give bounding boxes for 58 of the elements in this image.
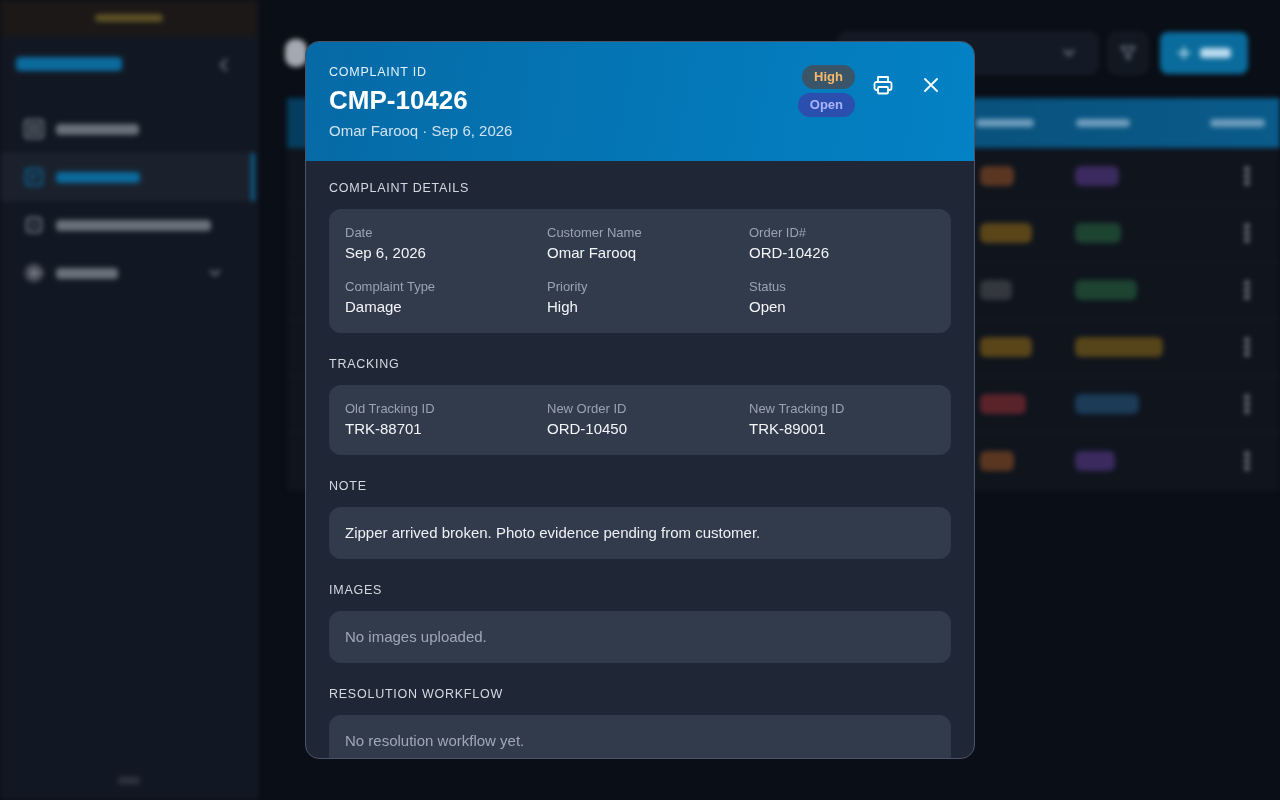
note-text: Zipper arrived broken. Photo evidence pending from customer. bbox=[345, 523, 762, 543]
field-label: Priority bbox=[547, 278, 589, 296]
field-label: Date bbox=[345, 224, 374, 242]
field-value: TRK-88701 bbox=[345, 419, 423, 439]
gear-icon bbox=[24, 263, 44, 283]
more-icon[interactable] bbox=[1244, 394, 1250, 414]
filter-button[interactable] bbox=[1108, 32, 1148, 74]
blurred-label bbox=[94, 14, 163, 22]
chevron-down-icon[interactable] bbox=[209, 269, 221, 277]
blurred-label bbox=[976, 119, 1034, 127]
filter-icon bbox=[1120, 45, 1136, 61]
chevron-left-icon[interactable] bbox=[219, 57, 229, 72]
plus-icon bbox=[1177, 47, 1190, 59]
more-icon[interactable] bbox=[1244, 337, 1250, 357]
field-label: Order ID# bbox=[749, 224, 808, 242]
complaint-id: CMP-10426 bbox=[329, 84, 469, 116]
complaint-subtitle: Omar Farooq · Sep 6, 2026 bbox=[329, 121, 513, 141]
section-title: COMPLAINT DETAILS bbox=[329, 180, 471, 196]
status-badge: Open bbox=[797, 93, 855, 117]
field-value: Omar Farooq bbox=[547, 243, 638, 263]
field-value: High bbox=[547, 297, 579, 317]
blurred-label bbox=[56, 267, 118, 279]
field-value: ORD-10426 bbox=[749, 243, 831, 263]
caret-icon bbox=[1063, 49, 1075, 57]
section-title: RESOLUTION WORKFLOW bbox=[329, 686, 504, 702]
blurred-label bbox=[1210, 119, 1265, 127]
field-label: Old Tracking ID bbox=[345, 400, 436, 418]
field-label: Customer Name bbox=[547, 224, 643, 242]
more-icon[interactable] bbox=[1244, 223, 1250, 243]
add-button[interactable] bbox=[1160, 32, 1248, 74]
close-icon bbox=[924, 78, 938, 92]
more-icon[interactable] bbox=[1244, 451, 1250, 471]
square-icon bbox=[24, 215, 44, 235]
document-icon bbox=[24, 167, 44, 187]
field-label: New Tracking ID bbox=[749, 400, 846, 418]
field-label: Status bbox=[749, 278, 787, 296]
field-label: New Order ID bbox=[547, 400, 628, 418]
field-value: Sep 6, 2026 bbox=[345, 243, 427, 263]
priority-badge: High bbox=[802, 65, 855, 89]
empty-message: No images uploaded. bbox=[345, 627, 488, 647]
field-label: Complaint Type bbox=[345, 278, 437, 296]
section-title: IMAGES bbox=[329, 582, 384, 598]
printer-icon bbox=[873, 75, 893, 95]
header-label: COMPLAINT ID bbox=[329, 64, 428, 80]
empty-message: No resolution workflow yet. bbox=[345, 731, 526, 751]
field-value: Open bbox=[749, 297, 787, 317]
blurred-label bbox=[117, 776, 140, 784]
field-value: Damage bbox=[345, 297, 403, 317]
blurred-label bbox=[1199, 48, 1231, 58]
field-value: TRK-89001 bbox=[749, 419, 827, 439]
section-title: TRACKING bbox=[329, 356, 401, 372]
more-icon[interactable] bbox=[1244, 280, 1250, 300]
blurred-title bbox=[285, 39, 307, 67]
grid-icon bbox=[24, 119, 44, 139]
blurred-label bbox=[1076, 119, 1130, 127]
more-icon[interactable] bbox=[1244, 166, 1250, 186]
field-value: ORD-10450 bbox=[547, 419, 629, 439]
section-title: NOTE bbox=[329, 478, 368, 494]
